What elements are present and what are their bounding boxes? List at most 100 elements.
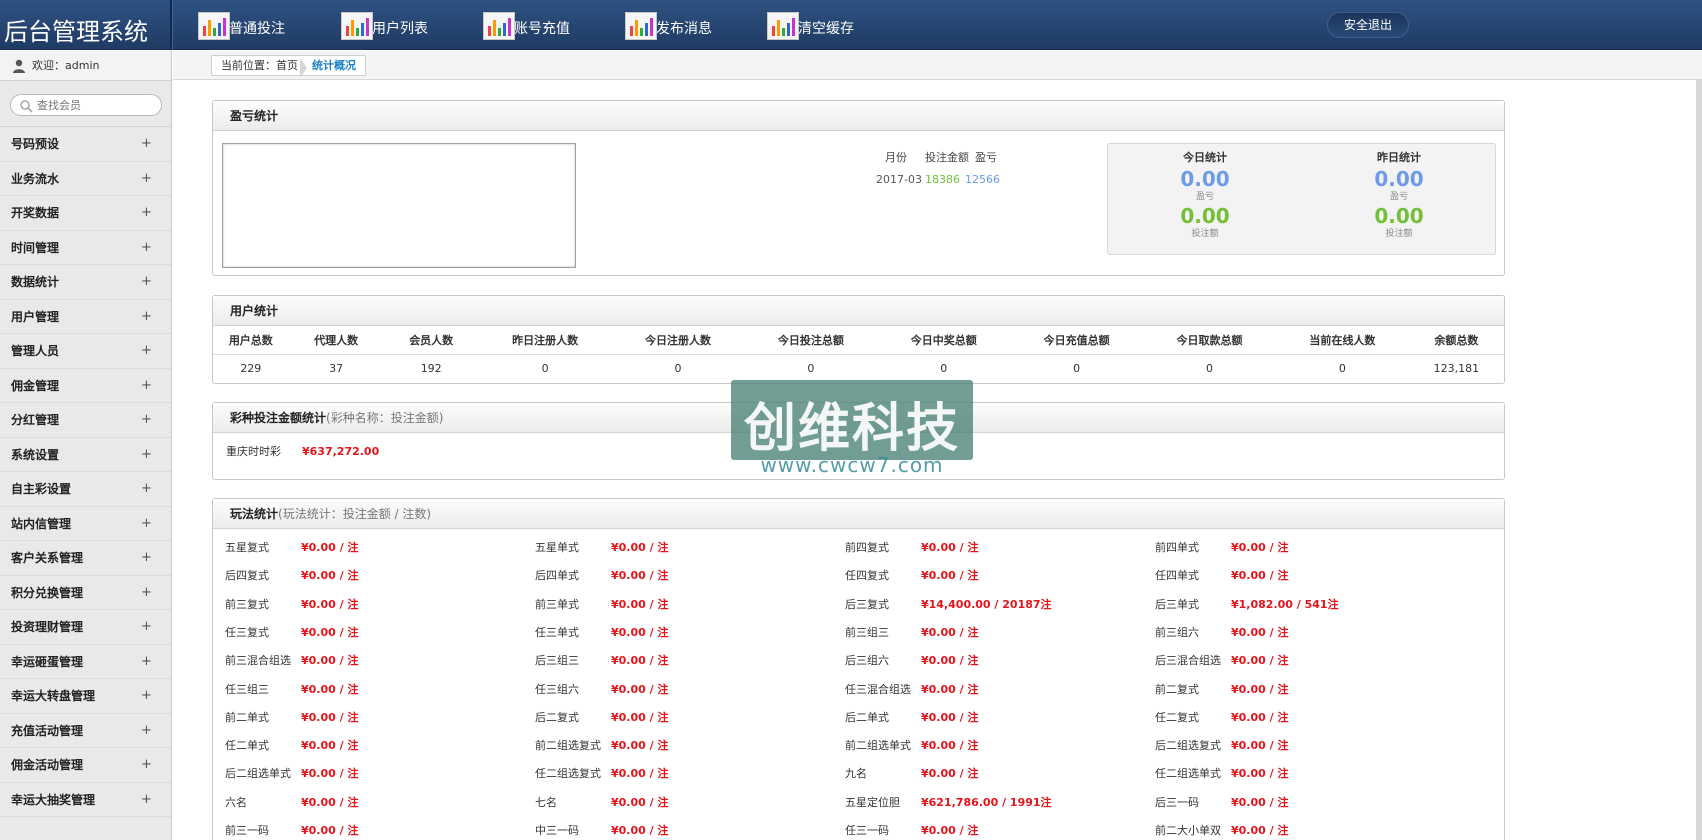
topnav-label: 清空缓存	[798, 21, 854, 37]
sidebar-item[interactable]: 幸运砸蛋管理 +	[0, 645, 171, 679]
play-name: 任三混合组选	[845, 682, 911, 696]
sidebar-item[interactable]: 充值活动管理 +	[0, 714, 171, 748]
sidebar-item-label: 时间管理	[11, 240, 60, 255]
sidebar-item[interactable]: 佣金管理 +	[0, 369, 171, 403]
sidebar-item[interactable]: 佣金活动管理 +	[0, 748, 171, 783]
sidebar: 欢迎：admin 号码预设 + 业务流水 + 开奖数据 + 时间管理 + 数据统计 + 用…	[0, 51, 172, 840]
sidebar-item[interactable]: 分红管理 +	[0, 403, 171, 438]
play-amount: ¥0.00 / 注	[301, 795, 359, 809]
expand-icon: +	[141, 308, 152, 324]
play-amount: ¥0.00 / 注	[611, 682, 669, 696]
play-name: 前三一码	[225, 824, 269, 837]
expand-icon: +	[141, 688, 152, 703]
play-amount: ¥0.00 / 注	[611, 739, 669, 753]
yesterday-profit-label: 盈亏	[1389, 192, 1408, 202]
expand-icon: +	[141, 550, 152, 565]
play-amount: ¥0.00 / 注	[921, 767, 979, 781]
sidebar-item[interactable]: 时间管理 +	[0, 231, 171, 265]
sidebar-item[interactable]: 业务流水 +	[0, 162, 171, 196]
user-stats-header: 今日注册人数	[611, 326, 745, 355]
welcome-text: 欢迎：admin	[32, 59, 100, 72]
watermark-logo: 创维科技 www.cwcw7.com	[731, 380, 973, 498]
lottery-item: 重庆时时彩 ¥637,272.00	[226, 443, 379, 459]
play-amount: ¥0.00 / 注	[1231, 824, 1289, 837]
lottery-name: 重庆时时彩	[226, 445, 281, 458]
user-stats-header: 当前在线人数	[1275, 326, 1409, 355]
user-stats-header: 今日投注总额	[744, 326, 878, 355]
panel-title-text: 彩种投注金额统计	[230, 411, 327, 425]
play-name: 任三一码	[845, 824, 889, 837]
sidebar-item[interactable]: 用户管理 +	[0, 300, 171, 334]
sidebar-item[interactable]: 数据统计 +	[0, 265, 171, 300]
play-amount: ¥0.00 / 注	[1231, 569, 1289, 583]
user-stats-value: 0	[1073, 361, 1081, 375]
play-amount: ¥0.00 / 注	[1231, 682, 1289, 696]
user-stats-table: 用户总数 代理人数 会员人数 昨日注册人数 今日注册人数 今日投注总额 今日中奖总额 今日充值…	[213, 326, 1504, 382]
user-stats-value: 0	[674, 361, 682, 375]
breadcrumb-current: 统计概况	[312, 59, 356, 72]
play-amount: ¥0.00 / 注	[301, 824, 359, 837]
sidebar-item[interactable]: 幸运大抽奖管理 +	[0, 783, 171, 817]
today-yesterday-box: 今日统计 0.00 盈亏 0.00 投注额 昨日统计 0.00 盈亏 0.00 …	[1107, 143, 1496, 255]
play-name: 五星复式	[225, 541, 269, 554]
topnav-bet[interactable]: 普通投注	[198, 12, 328, 42]
topnav-clear-cache[interactable]: 清空缓存	[767, 12, 897, 42]
play-name: 前四复式	[845, 541, 889, 554]
expand-icon: +	[141, 446, 152, 462]
topnav-user-list[interactable]: 用户列表	[341, 12, 471, 42]
user-stats-header: 今日取款总额	[1143, 326, 1276, 355]
sidebar-item-label: 客户关系管理	[11, 551, 84, 565]
today-stats: 今日统计 0.00 盈亏 0.00 投注额	[1108, 150, 1302, 240]
sidebar-item[interactable]: 号码预设 +	[0, 127, 171, 162]
app-title: 后台管理系统	[4, 18, 148, 46]
sidebar-item[interactable]: 站内信管理 +	[0, 507, 171, 541]
member-search-input[interactable]	[37, 97, 155, 113]
sidebar-item[interactable]: 投资理财管理 +	[0, 610, 171, 645]
sidebar-item[interactable]: 幸运大转盘管理 +	[0, 679, 171, 714]
watermark-url: www.cwcw7.com	[760, 453, 944, 477]
panel-title: 盈亏统计	[213, 101, 1504, 131]
yesterday-bet-label: 投注额	[1385, 229, 1413, 239]
sidebar-item-label: 站内信管理	[11, 516, 72, 531]
logout-button[interactable]: 安全退出	[1327, 12, 1409, 38]
play-name: 后三复式	[845, 597, 889, 611]
today-profit-label: 盈亏	[1195, 192, 1214, 202]
breadcrumb-home[interactable]: 当前位置：首页	[221, 59, 298, 72]
user-stats-value: 0	[940, 361, 948, 375]
search-area	[0, 81, 171, 127]
sidebar-item[interactable]: 客户关系管理 +	[0, 541, 171, 576]
sidebar-item[interactable]: 积分兑换管理 +	[0, 576, 171, 610]
expand-icon: +	[141, 791, 152, 807]
play-amount: ¥0.00 / 注	[1231, 625, 1289, 639]
play-stat-item: 后二组选单式 ¥0.00 / 注	[225, 760, 358, 788]
play-stat-item: 前二组选复式 ¥0.00 / 注	[535, 732, 668, 760]
top-header: 后台管理系统 普通投注 用户列表 账号充值 发布消息 清空缓存 安全退出	[0, 0, 1702, 50]
expand-icon: +	[141, 205, 152, 220]
sidebar-item-label: 佣金活动管理	[11, 758, 84, 772]
user-stats-value: 229	[240, 361, 262, 375]
play-stat-item: 前三组六 ¥0.00 / 注	[1155, 619, 1288, 647]
play-name: 任三复式	[225, 625, 269, 639]
sidebar-item[interactable]: 自主彩设置 +	[0, 472, 171, 507]
topnav-recharge[interactable]: 账号充值	[483, 12, 613, 42]
play-name: 前三组六	[1155, 625, 1199, 639]
sidebar-item-label: 充值活动管理	[11, 723, 84, 738]
play-name: 六名	[225, 795, 247, 809]
sidebar-item-label: 用户管理	[11, 309, 60, 324]
play-stat-item: 后二组选复式 ¥0.00 / 注	[1155, 732, 1288, 760]
play-name: 任二组选单式	[1155, 767, 1221, 781]
user-stats-value: 0	[807, 361, 815, 375]
play-name: 前三复式	[225, 597, 269, 611]
play-name: 后三单式	[1155, 597, 1199, 611]
play-stat-item: 后二复式 ¥0.00 / 注	[535, 704, 668, 732]
sidebar-item-label: 分红管理	[11, 413, 60, 427]
sidebar-item[interactable]: 开奖数据 +	[0, 196, 171, 231]
page-scrollbar[interactable]	[1696, 80, 1702, 840]
sidebar-item[interactable]: 系统设置 +	[0, 438, 171, 472]
play-stat-item: 后三复式 ¥14,400.00 / 20187注	[845, 591, 1052, 619]
topnav-publish[interactable]: 发布消息	[625, 12, 755, 42]
play-stat-item: 任三单式 ¥0.00 / 注	[535, 619, 668, 647]
play-name: 后四复式	[225, 569, 269, 583]
play-stat-item: 七名 ¥0.00 / 注	[535, 789, 668, 817]
sidebar-item[interactable]: 管理人员 +	[0, 334, 171, 369]
